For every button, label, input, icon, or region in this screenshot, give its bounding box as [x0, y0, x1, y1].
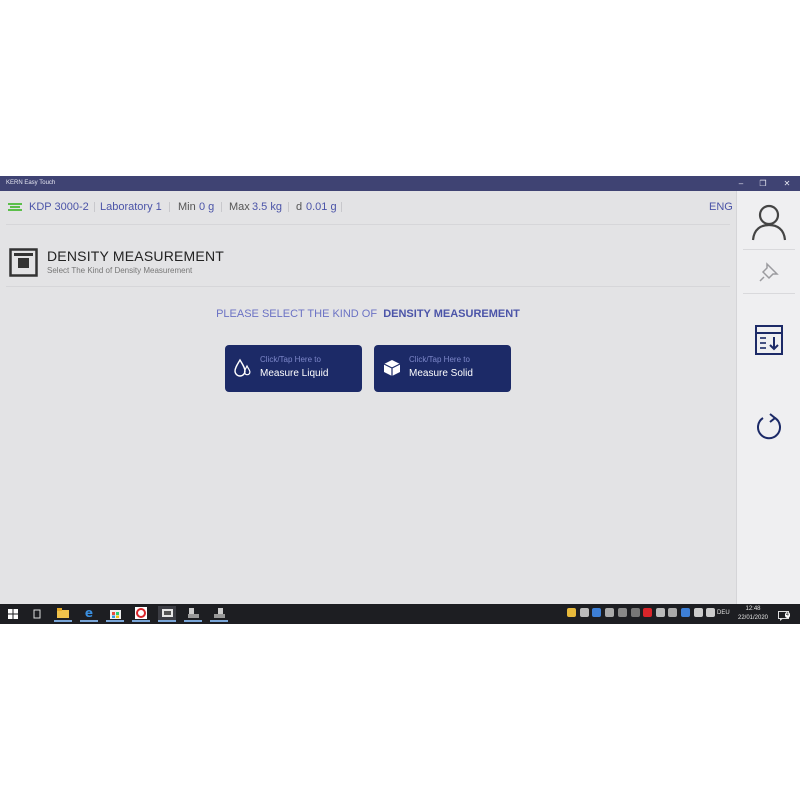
user-button[interactable]: [737, 200, 800, 244]
tray-volume-icon[interactable]: [706, 608, 715, 617]
scale-status-icon: [8, 203, 22, 211]
scale-app-icon[interactable]: [184, 606, 202, 622]
tray-usb-icon[interactable]: [631, 608, 640, 617]
edge-icon[interactable]: e: [80, 606, 98, 622]
tray-wifi-icon[interactable]: [694, 608, 703, 617]
max-value: 3.5 kg: [252, 201, 282, 213]
prompt-emphasis: DENSITY MEASUREMENT: [383, 308, 520, 320]
tray-power-icon[interactable]: [668, 608, 677, 617]
d-label: d: [296, 201, 303, 213]
drops-icon: [234, 358, 251, 377]
prompt-prefix: PLEASE SELECT THE KIND OF: [216, 308, 378, 320]
right-sidebar: [736, 191, 800, 604]
close-button[interactable]: ✕: [776, 176, 798, 191]
solid-button-label: Measure Solid: [409, 368, 473, 379]
measure-liquid-button[interactable]: Click/Tap Here to Measure Liquid: [225, 345, 362, 392]
max-label: Max: [229, 201, 250, 213]
user-icon: [751, 204, 787, 241]
window-titlebar: KERN Easy Touch – ❐ ✕: [0, 176, 800, 191]
scale-model[interactable]: KDP 3000-2: [29, 196, 89, 218]
refresh-icon: [757, 413, 781, 440]
windows-taskbar: e DEU 12:48 22/01/2020 4: [0, 604, 800, 624]
input-language[interactable]: DEU: [717, 610, 730, 616]
density-page-icon: [9, 248, 38, 277]
pin-icon: [759, 262, 779, 282]
tray-drive-icon[interactable]: [605, 608, 614, 617]
main-content: KDP 3000-2 Laboratory 1 Min 0 g Max 3.5 …: [0, 191, 736, 604]
notification-center[interactable]: 4: [778, 608, 792, 621]
min-value: 0 g: [199, 201, 215, 213]
window-title: KERN Easy Touch: [6, 180, 56, 186]
selection-prompt: PLEASE SELECT THE KIND OF DENSITY MEASUR…: [0, 308, 736, 320]
scale-app-icon-2[interactable]: [210, 606, 228, 622]
maximize-button[interactable]: ❐: [752, 176, 774, 191]
store-icon[interactable]: [106, 606, 124, 622]
scale-status-bar: KDP 3000-2 Laboratory 1 Min 0 g Max 3.5 …: [6, 196, 733, 218]
task-view-icon[interactable]: [28, 606, 46, 622]
refresh-button[interactable]: [737, 405, 800, 449]
solid-button-hint: Click/Tap Here to: [409, 355, 470, 364]
page-title: DENSITY MEASUREMENT: [47, 248, 225, 264]
scale-location[interactable]: Laboratory 1: [100, 196, 162, 218]
export-button[interactable]: [737, 318, 800, 362]
measure-solid-button[interactable]: Click/Tap Here to Measure Solid: [374, 345, 511, 392]
file-explorer-icon[interactable]: [54, 606, 72, 622]
d-value: 0.01 g: [306, 201, 337, 213]
tray-antivirus-icon[interactable]: [643, 608, 652, 617]
kern-app-icon[interactable]: [158, 606, 176, 622]
page-subtitle: Select The Kind of Density Measurement: [47, 266, 193, 275]
app-window: KERN Easy Touch – ❐ ✕ KDP 3000-2 Laborat…: [0, 176, 800, 624]
clock-date: 22/01/2020: [737, 615, 769, 621]
windows-start-icon[interactable]: [4, 606, 22, 622]
tray-cloud-icon[interactable]: [618, 608, 627, 617]
app-icon[interactable]: [132, 606, 150, 622]
minimize-button[interactable]: –: [730, 176, 752, 191]
tray-network-icon[interactable]: [580, 608, 589, 617]
taskbar-clock[interactable]: 12:48 22/01/2020: [735, 605, 771, 623]
notification-count: 4: [785, 612, 790, 618]
tray-security-icon[interactable]: [567, 608, 576, 617]
tray-bluetooth-icon[interactable]: [681, 608, 690, 617]
cube-icon: [383, 360, 401, 376]
min-label: Min: [178, 201, 196, 213]
liquid-button-label: Measure Liquid: [260, 368, 329, 379]
pin-button[interactable]: [737, 250, 800, 294]
tray-app-icon[interactable]: [592, 608, 601, 617]
liquid-button-hint: Click/Tap Here to: [260, 355, 321, 364]
language-selector[interactable]: ENG: [709, 196, 733, 218]
export-icon: [755, 325, 783, 355]
tray-display-icon[interactable]: [656, 608, 665, 617]
clock-time: 12:48: [745, 606, 761, 612]
